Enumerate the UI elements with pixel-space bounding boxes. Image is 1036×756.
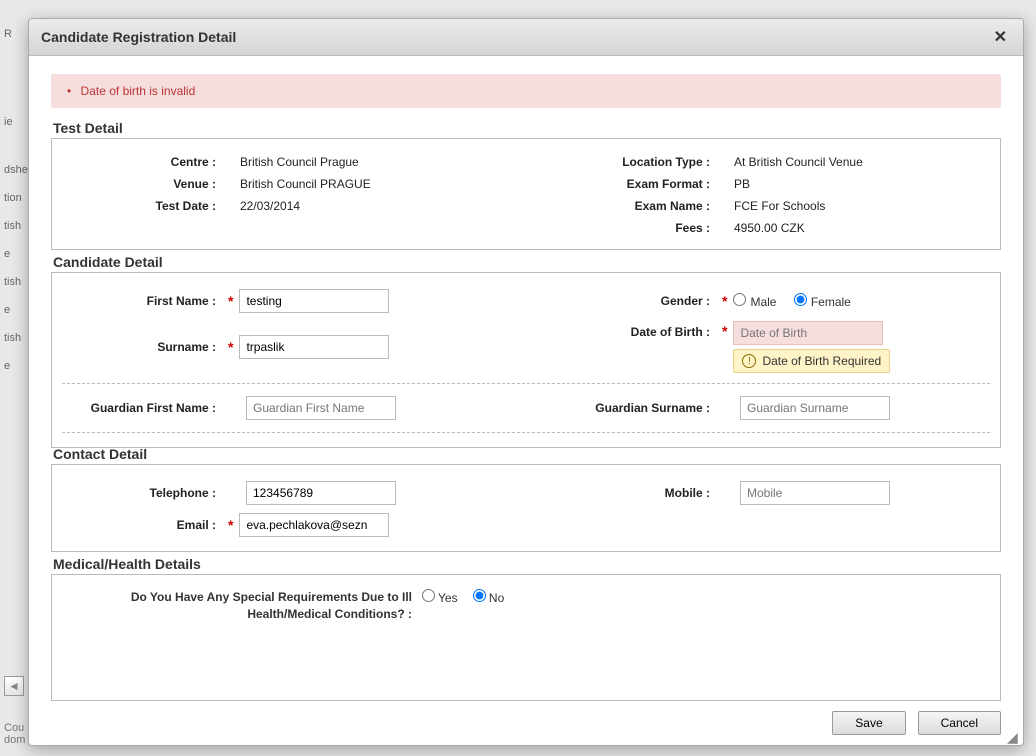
registration-modal: Candidate Registration Detail ✕ • Date o… (28, 18, 1024, 746)
exam-format-value: PB (716, 177, 750, 191)
warning-icon: ! (742, 354, 756, 368)
exam-name-label: Exam Name : (526, 199, 716, 213)
gender-male-option[interactable]: Male (733, 295, 776, 309)
gender-male-radio[interactable] (733, 293, 746, 306)
cancel-button[interactable]: Cancel (918, 711, 1001, 735)
health-detail-legend: Medical/Health Details (51, 556, 1001, 574)
close-icon[interactable]: ✕ (990, 27, 1011, 47)
surname-input[interactable] (239, 335, 389, 359)
health-no-radio[interactable] (473, 589, 486, 602)
venue-value: British Council PRAGUE (222, 177, 371, 191)
female-label: Female (811, 295, 851, 309)
required-asterisk: * (228, 339, 233, 355)
health-yes-option[interactable]: Yes (422, 591, 458, 605)
exam-format-label: Exam Format : (526, 177, 716, 191)
mobile-label: Mobile : (526, 486, 716, 500)
test-date-label: Test Date : (62, 199, 222, 213)
gender-label: Gender : (526, 294, 716, 308)
centre-label: Centre : (62, 155, 222, 169)
email-input[interactable] (239, 513, 389, 537)
contact-detail-legend: Contact Detail (51, 446, 1001, 464)
error-message: Date of birth is invalid (81, 84, 196, 98)
fees-label: Fees : (526, 221, 716, 235)
save-button[interactable]: Save (832, 711, 905, 735)
health-detail-section: Do You Have Any Special Requirements Due… (51, 574, 1001, 701)
surname-label: Surname : (62, 340, 222, 354)
contact-detail-section: Telephone : Mobile : Email : * (51, 464, 1001, 552)
required-asterisk: * (722, 321, 727, 339)
telephone-input[interactable] (246, 481, 396, 505)
required-asterisk: * (722, 293, 727, 309)
candidate-detail-section: First Name : * Gender : * Male Female (51, 272, 1001, 448)
gender-female-radio[interactable] (794, 293, 807, 306)
email-label: Email : (62, 518, 222, 532)
location-type-value: At British Council Venue (716, 155, 863, 169)
no-label: No (489, 591, 504, 605)
guardian-first-name-label: Guardian First Name : (62, 401, 222, 415)
centre-value: British Council Prague (222, 155, 359, 169)
fees-value: 4950.00 CZK (716, 221, 805, 235)
guardian-surname-label: Guardian Surname : (526, 401, 716, 415)
required-asterisk: * (228, 517, 233, 533)
guardian-first-name-input[interactable] (246, 396, 396, 420)
test-date-value: 22/03/2014 (222, 199, 300, 213)
male-label: Male (750, 295, 776, 309)
exam-name-value: FCE For Schools (716, 199, 825, 213)
dob-input[interactable] (733, 321, 883, 345)
bullet-icon: • (67, 84, 71, 98)
health-yes-radio[interactable] (422, 589, 435, 602)
venue-label: Venue : (62, 177, 222, 191)
required-asterisk: * (228, 293, 233, 309)
error-banner: • Date of birth is invalid (51, 74, 1001, 108)
modal-header: Candidate Registration Detail ✕ (29, 19, 1023, 56)
candidate-detail-legend: Candidate Detail (51, 254, 1001, 272)
telephone-label: Telephone : (62, 486, 222, 500)
first-name-input[interactable] (239, 289, 389, 313)
mobile-input[interactable] (740, 481, 890, 505)
dob-validation-message: ! Date of Birth Required (733, 349, 890, 373)
test-detail-section: Centre : British Council Prague Location… (51, 138, 1001, 250)
health-question-label: Do You Have Any Special Requirements Due… (62, 589, 422, 623)
yes-label: Yes (438, 591, 458, 605)
dob-validation-text: Date of Birth Required (762, 354, 881, 368)
guardian-surname-input[interactable] (740, 396, 890, 420)
first-name-label: First Name : (62, 294, 222, 308)
location-type-label: Location Type : (526, 155, 716, 169)
test-detail-legend: Test Detail (51, 120, 1001, 138)
dob-label: Date of Birth : (526, 321, 716, 339)
modal-title: Candidate Registration Detail (41, 29, 236, 45)
health-no-option[interactable]: No (473, 591, 504, 605)
gender-female-option[interactable]: Female (794, 295, 851, 309)
